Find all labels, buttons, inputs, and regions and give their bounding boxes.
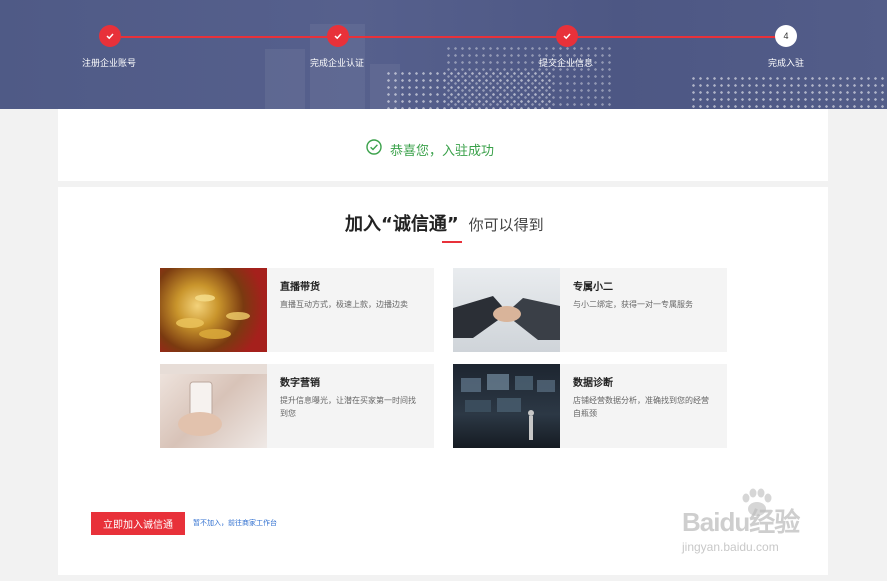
step-4-label: 完成入驻	[767, 59, 805, 69]
step-3-check-icon	[556, 25, 578, 47]
benefit-desc: 提升信息曝光，让潜在买家第一时间找到您	[280, 396, 416, 418]
benefit-card-livestream: 直播带货 直播互动方式，极速上款，边播边卖	[160, 268, 434, 352]
step-1-check-icon	[99, 25, 121, 47]
dot-map-decoration	[445, 45, 615, 109]
benefit-name: 专属小二	[573, 282, 613, 293]
benefit-desc: 直播互动方式，极速上款，边播边卖	[280, 300, 408, 309]
baidu-watermark: Baidu经验 jingyan.baidu.com	[680, 488, 840, 568]
title-underline	[442, 241, 462, 243]
step-connector	[577, 36, 777, 38]
data-screen-image	[453, 364, 560, 448]
success-message: 恭喜您，入驻成功	[366, 139, 494, 159]
benefits-title-sub: 你可以得到	[468, 216, 544, 234]
benefit-name: 数据诊断	[573, 378, 613, 389]
benefit-card-data-diagnosis: 数据诊断 店铺经营数据分析，准确找到您的经营自瓶颈	[453, 364, 727, 448]
step-3-label: 提交企业信息	[538, 59, 594, 69]
benefit-card-digital-marketing: 数字营销 提升信息曝光，让潜在买家第一时间找到您	[160, 364, 434, 448]
check-circle-icon	[366, 139, 382, 159]
step-2-check-icon	[327, 25, 349, 47]
handshake-image	[453, 268, 560, 352]
join-now-button[interactable]: 立即加入诚信通	[91, 512, 185, 535]
step-number: 4	[783, 31, 789, 41]
benefit-name: 数字营销	[280, 378, 320, 389]
progress-banner: 4 注册企业账号 完成企业认证 提交企业信息 完成入驻	[0, 0, 887, 109]
success-text: 恭喜您，入驻成功	[390, 143, 495, 159]
benefit-card-dedicated-rep: 专属小二 与小二绑定，获得一对一专属服务	[453, 268, 727, 352]
benefit-desc: 与小二绑定，获得一对一专属服务	[573, 300, 693, 309]
step-connector	[349, 36, 559, 38]
step-4-number: 4	[775, 25, 797, 47]
skip-to-workbench-link[interactable]: 暂不加入，前往商家工作台	[193, 518, 277, 528]
step-connector	[121, 36, 331, 38]
benefits-title-main: 加入“诚信通”	[345, 214, 459, 235]
building-decoration	[265, 49, 305, 109]
benefit-desc: 店铺经营数据分析，准确找到您的经营自瓶颈	[573, 396, 709, 418]
dot-map-decoration	[690, 75, 887, 109]
gold-coins-image	[160, 268, 267, 352]
benefits-title: 加入“诚信通” 你可以得到	[345, 210, 544, 236]
step-2-label: 完成企业认证	[309, 59, 365, 69]
benefit-name: 直播带货	[280, 282, 320, 293]
step-1-label: 注册企业账号	[81, 59, 137, 69]
phone-user-image	[160, 364, 267, 448]
watermark-brand: Baidu经验	[682, 507, 800, 537]
watermark-domain: jingyan.baidu.com	[682, 540, 779, 554]
